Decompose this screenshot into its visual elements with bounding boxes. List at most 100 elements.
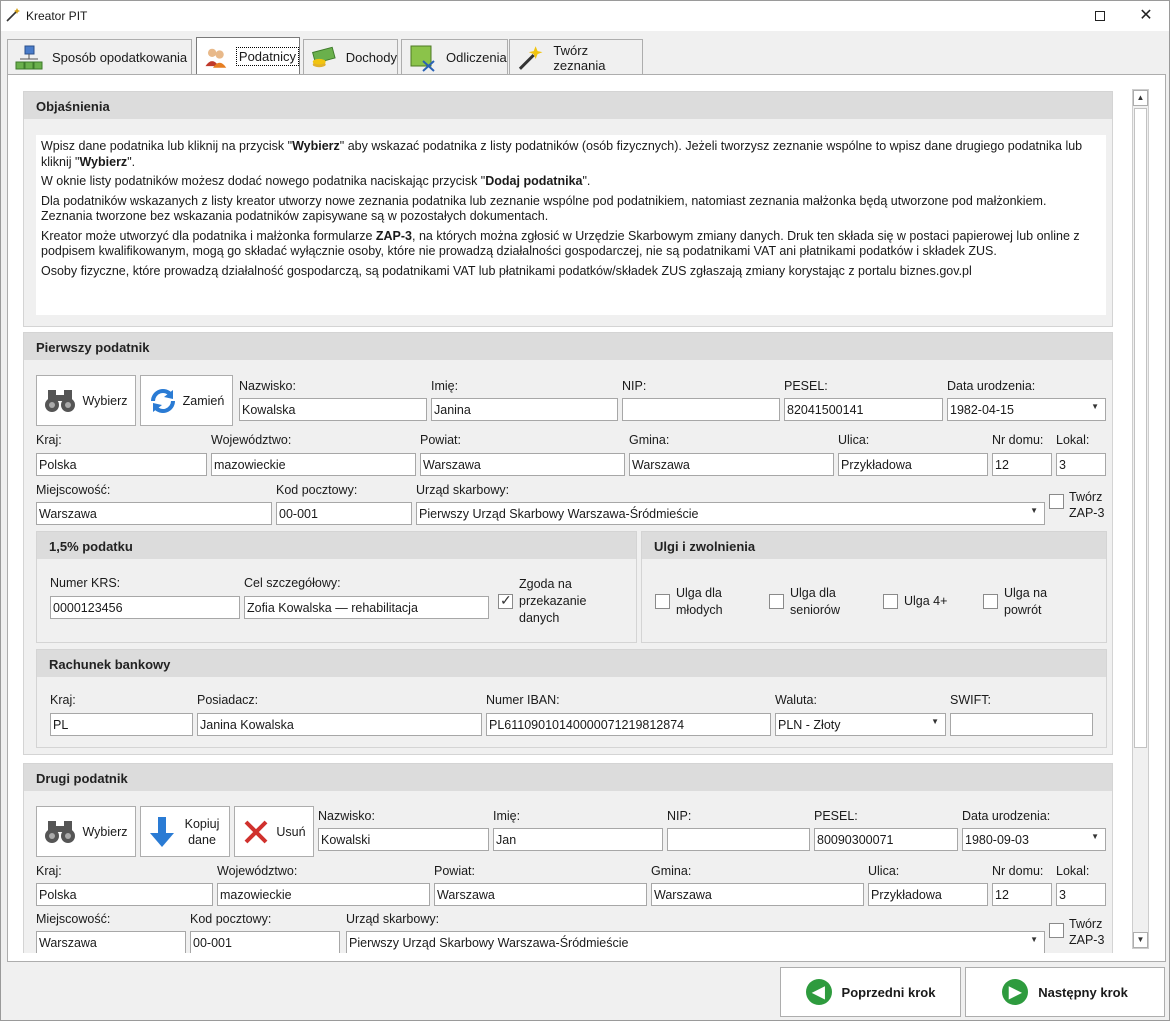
country-field[interactable]: Polska xyxy=(36,883,213,906)
county-field[interactable]: Warszawa xyxy=(420,453,625,476)
city-label: Miejscowość: xyxy=(36,912,111,926)
nip-field[interactable] xyxy=(667,828,810,851)
city-field[interactable]: Warszawa xyxy=(36,502,272,525)
pesel-field[interactable]: 80090300071 xyxy=(814,828,958,851)
voivodeship-field[interactable]: mazowieckie xyxy=(211,453,416,476)
copy-data-button[interactable]: Kopiuj dane xyxy=(140,806,230,857)
scroll-down-icon[interactable]: ▼ xyxy=(1133,932,1148,948)
zap3-label: Twórz ZAP-3 xyxy=(1069,917,1105,947)
young-relief-checkbox[interactable] xyxy=(655,594,670,609)
krs-field[interactable]: 0000123456 xyxy=(50,596,240,619)
choose-button[interactable]: Wybierz xyxy=(36,375,136,426)
county-field[interactable]: Warszawa xyxy=(434,883,647,906)
country-field[interactable]: Polska xyxy=(36,453,207,476)
nip-field[interactable] xyxy=(622,398,780,421)
flat-label: Lokal: xyxy=(1056,864,1090,878)
choose-button[interactable]: Wybierz xyxy=(36,806,136,857)
zip-field[interactable]: 00-001 xyxy=(190,931,340,953)
scroll-up-icon[interactable]: ▲ xyxy=(1133,90,1148,106)
window-title: Kreator PIT xyxy=(26,9,88,23)
tax-office-label: Urząd skarbowy: xyxy=(416,483,510,497)
button-label: Wybierz xyxy=(82,393,128,408)
maximize-button[interactable] xyxy=(1077,1,1123,31)
money-icon xyxy=(312,46,336,67)
refresh-icon xyxy=(150,388,175,413)
remove-button[interactable]: Usuń xyxy=(234,806,314,857)
house-number-field[interactable]: 12 xyxy=(992,453,1052,476)
tax-office-select[interactable]: Pierwszy Urząd Skarbowy Warszawa-Śródmie… xyxy=(416,502,1045,525)
birthdate-picker[interactable]: 1982-04-15 ▼ xyxy=(947,398,1106,421)
scroll-thumb[interactable] xyxy=(1134,108,1147,748)
bank-country-label: Kraj: xyxy=(50,693,76,707)
next-step-button[interactable]: ▶ Następny krok xyxy=(965,967,1165,1017)
zap3-label: Twórz ZAP-3 xyxy=(1069,490,1105,520)
owner-field[interactable]: Janina Kowalska xyxy=(197,713,482,736)
goal-field[interactable]: Zofia Kowalska — rehabilitacja xyxy=(244,596,489,619)
consent-checkbox[interactable] xyxy=(498,592,513,609)
surname-field[interactable]: Kowalski xyxy=(318,828,489,851)
tab-income[interactable]: Dochody xyxy=(303,39,398,75)
swift-field[interactable] xyxy=(950,713,1093,736)
close-button[interactable]: ✕ xyxy=(1123,1,1169,31)
currency-select[interactable]: PLN - Złoty ▼ xyxy=(775,713,946,736)
tab-taxpayers[interactable]: Podatnicy xyxy=(196,37,300,75)
deduction-icon xyxy=(410,45,435,72)
title-bar: Kreator PIT ✕ xyxy=(1,1,1169,31)
iban-label: Numer IBAN: xyxy=(486,693,560,707)
name-field[interactable]: Janina xyxy=(431,398,618,421)
zap3-checkbox[interactable] xyxy=(1049,923,1064,938)
house-number-label: Nr domu: xyxy=(992,433,1044,447)
name-label: Imię: xyxy=(431,379,459,393)
pesel-label: PESEL: xyxy=(784,379,828,393)
pesel-field[interactable]: 82041500141 xyxy=(784,398,943,421)
zip-field[interactable]: 00-001 xyxy=(276,502,412,525)
surname-label: Nazwisko: xyxy=(239,379,296,393)
button-label: Usuń xyxy=(276,824,306,839)
previous-step-button[interactable]: ◀ Poprzedni krok xyxy=(780,967,961,1017)
commune-field[interactable]: Warszawa xyxy=(651,883,864,906)
tax-office-select[interactable]: Pierwszy Urząd Skarbowy Warszawa-Śródmie… xyxy=(346,931,1045,953)
first-taxpayer-group: Pierwszy podatnik Wybierz Zamień Nazwisk… xyxy=(23,332,1113,755)
commune-field[interactable]: Warszawa xyxy=(629,453,834,476)
button-label: Następny krok xyxy=(1038,984,1128,1000)
senior-relief-checkbox[interactable] xyxy=(769,594,784,609)
wand-icon xyxy=(518,45,543,70)
iban-field[interactable]: PL61109010140000071219812874 xyxy=(486,713,771,736)
city-label: Miejscowość: xyxy=(36,483,111,497)
currency-label: Waluta: xyxy=(775,693,817,707)
birthdate-picker[interactable]: 1980-09-03 ▼ xyxy=(962,828,1106,851)
binoculars-icon xyxy=(45,389,76,412)
bank-account-header: Rachunek bankowy xyxy=(37,650,1106,677)
flat-field[interactable]: 3 xyxy=(1056,453,1106,476)
binoculars-icon xyxy=(45,820,76,843)
street-field[interactable]: Przykładowa xyxy=(868,883,988,906)
relief-4plus-checkbox[interactable] xyxy=(883,594,898,609)
tab-create-returns[interactable]: Twórz zeznania xyxy=(509,39,643,75)
surname-field[interactable]: Kowalska xyxy=(239,398,427,421)
close-icon xyxy=(244,820,268,843)
arrow-down-icon xyxy=(150,816,174,847)
owner-label: Posiadacz: xyxy=(197,693,259,707)
krs-label: Numer KRS: xyxy=(50,576,121,590)
house-number-label: Nr domu: xyxy=(992,864,1044,878)
country-label: Kraj: xyxy=(36,433,62,447)
reliefs-group: Ulgi i zwolnienia Ulga dla młodych Ulga … xyxy=(641,531,1107,643)
tab-taxation-method[interactable]: Sposób opodatkowania xyxy=(7,39,192,75)
vertical-scrollbar[interactable]: ▲ ▼ xyxy=(1132,89,1149,949)
bank-country-field[interactable]: PL xyxy=(50,713,193,736)
tab-deductions[interactable]: Odliczenia xyxy=(401,39,508,75)
network-icon xyxy=(15,45,43,69)
return-relief-checkbox[interactable] xyxy=(983,594,998,609)
chevron-down-icon: ▼ xyxy=(1091,832,1099,841)
name-field[interactable]: Jan xyxy=(493,828,663,851)
street-field[interactable]: Przykładowa xyxy=(838,453,988,476)
name-label: Imię: xyxy=(493,809,521,823)
tab-label: Sposób opodatkowania xyxy=(52,50,188,65)
swap-button[interactable]: Zamień xyxy=(140,375,233,426)
voivodeship-field[interactable]: mazowieckie xyxy=(217,883,430,906)
flat-field[interactable]: 3 xyxy=(1056,883,1106,906)
house-number-field[interactable]: 12 xyxy=(992,883,1052,906)
city-field[interactable]: Warszawa xyxy=(36,931,186,953)
birthdate-label: Data urodzenia: xyxy=(947,379,1036,393)
zap3-checkbox[interactable] xyxy=(1049,494,1064,509)
